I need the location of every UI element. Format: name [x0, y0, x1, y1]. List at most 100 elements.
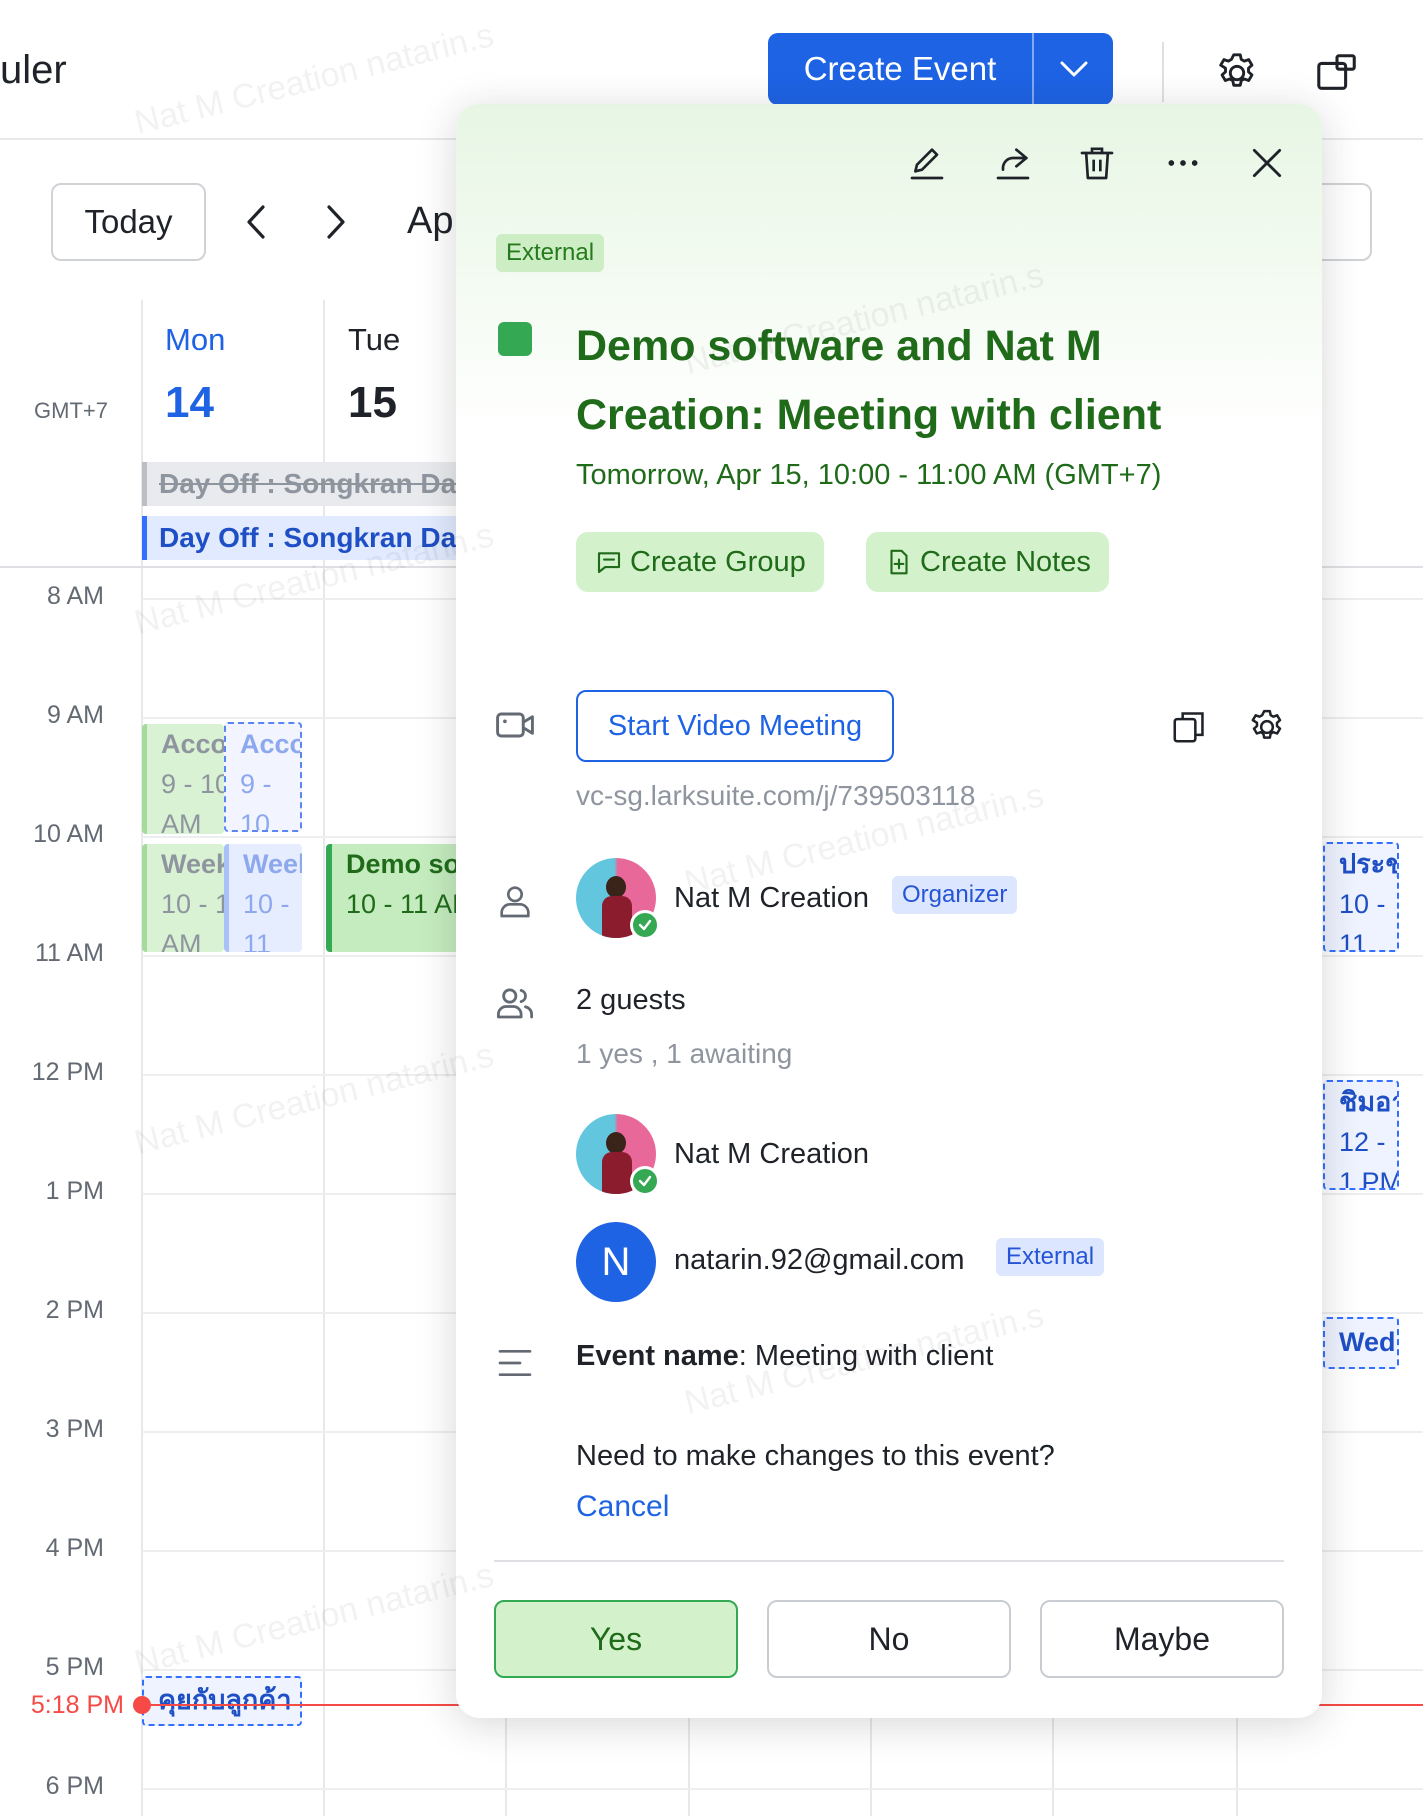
create-event-button[interactable]: Create Event — [768, 33, 1113, 105]
guests-row-icon — [492, 980, 538, 1026]
video-meeting-link[interactable]: vc-sg.larksuite.com/j/739503118 — [576, 780, 975, 812]
current-time-label: 5:18 PM — [30, 1691, 124, 1719]
column-divider — [1236, 1704, 1238, 1816]
share-button[interactable] — [988, 138, 1038, 188]
event-block-pending[interactable]: ชิมอาหาร 12 - 1 PM — [1323, 1080, 1399, 1190]
window-icon — [1317, 54, 1356, 90]
event-time: 10 - 11 — [161, 889, 224, 919]
description-row-icon — [492, 1340, 538, 1386]
hour-label: 11 AM — [34, 939, 104, 967]
guest-avatar-initial[interactable]: N — [576, 1222, 656, 1302]
guest-external-tag: External — [996, 1238, 1105, 1276]
start-video-meeting-button[interactable]: Start Video Meeting — [576, 690, 894, 762]
event-time: 12 - — [1339, 1127, 1386, 1157]
event-block-pending[interactable]: Account 9 - 10 — [224, 722, 302, 832]
guests-count[interactable]: 2 guests — [576, 984, 686, 1017]
create-group-label: Create Group — [630, 545, 806, 578]
organizer-tag: Organizer — [892, 876, 1018, 914]
video-settings-button[interactable] — [1242, 702, 1292, 752]
guest-avatar[interactable] — [576, 1114, 660, 1196]
description-label: Event name — [576, 1340, 739, 1372]
day-number-mon[interactable]: 14 — [165, 378, 214, 428]
column-divider — [505, 1704, 507, 1816]
event-time: 11 — [243, 929, 272, 952]
settings-button[interactable] — [1212, 48, 1262, 98]
guest-email[interactable]: natarin.92@gmail.com — [674, 1244, 965, 1277]
cancel-event-link[interactable]: Cancel — [576, 1490, 669, 1524]
chat-group-icon — [597, 552, 621, 574]
event-time: Tomorrow, Apr 15, 10:00 - 11:00 AM (GMT+… — [576, 459, 1162, 491]
video-camera-icon — [496, 712, 534, 738]
event-detail-popover: External Demo software and Nat M Creatio… — [456, 104, 1322, 1718]
event-title: Account — [240, 729, 300, 759]
organizer-avatar[interactable] — [576, 858, 660, 940]
pencil-icon — [910, 148, 944, 180]
open-window-button[interactable] — [1312, 48, 1362, 98]
organizer-row-icon — [492, 878, 538, 924]
next-week-button[interactable] — [314, 200, 358, 244]
rsvp-maybe-button[interactable]: Maybe — [1040, 1600, 1284, 1678]
delete-button[interactable] — [1072, 138, 1122, 188]
share-icon — [996, 148, 1030, 180]
hour-label: 2 PM — [45, 1296, 104, 1324]
hour-label: 8 AM — [47, 582, 104, 610]
check-icon — [638, 919, 652, 931]
event-block-pending[interactable]: ประชุม 10 - 11 — [1323, 842, 1399, 952]
column-divider — [688, 1704, 690, 1816]
event-block[interactable]: Account 9 - 10 AM — [142, 724, 224, 834]
event-title: Account — [161, 729, 224, 759]
event-title: ประชุม — [1339, 849, 1397, 879]
calendar-app: uler Create Event Today Apr GMT+7 Mon 14… — [0, 0, 1423, 1816]
avatar-photo-body — [602, 896, 632, 938]
day-header-mon[interactable]: Mon — [165, 322, 225, 358]
event-description: Event name: Meeting with client — [576, 1340, 993, 1373]
event-time: AM — [161, 809, 202, 834]
people-icon — [496, 988, 534, 1019]
copy-icon — [1173, 712, 1204, 743]
event-time: 10 — [240, 809, 271, 832]
hour-label: 1 PM — [45, 1177, 104, 1205]
chevron-right-icon — [327, 205, 345, 239]
column-divider — [870, 1704, 872, 1816]
event-title: Demo software and Nat M Creation: Meetin… — [576, 322, 1162, 439]
close-icon — [1252, 148, 1282, 178]
watermark: Nat M Creation natarin.s — [130, 1556, 498, 1683]
today-button[interactable]: Today — [51, 183, 206, 261]
create-event-label[interactable]: Create Event — [768, 33, 1032, 105]
event-block[interactable]: Weekly 10 - 11 — [224, 844, 302, 952]
rsvp-no-button[interactable]: No — [767, 1600, 1011, 1678]
rsvp-divider — [494, 1560, 1284, 1562]
event-title: Weekly — [243, 849, 302, 879]
create-event-dropdown[interactable] — [1034, 33, 1113, 105]
change-question: Need to make changes to this event? — [576, 1440, 1055, 1472]
prev-week-button[interactable] — [234, 200, 278, 244]
allday-event-declined[interactable]: Day Off : Songkran Day — [142, 462, 462, 506]
current-time-dot — [133, 1696, 151, 1714]
accepted-check-icon — [630, 1166, 660, 1196]
guest-name[interactable]: Nat M Creation — [674, 1138, 869, 1171]
create-group-button[interactable]: Create Group — [576, 532, 824, 592]
copy-link-button[interactable] — [1164, 702, 1214, 752]
edit-button[interactable] — [902, 138, 952, 188]
create-notes-button[interactable]: Create Notes — [866, 532, 1109, 592]
event-title: Weekly — [161, 849, 224, 879]
close-button[interactable] — [1242, 138, 1292, 188]
hour-label: 4 PM — [45, 1534, 104, 1562]
day-header-tue[interactable]: Tue — [348, 322, 400, 358]
more-button[interactable] — [1158, 138, 1208, 188]
app-title: uler — [0, 48, 67, 92]
event-title: Wed — [1339, 1327, 1396, 1357]
rsvp-yes-button[interactable]: Yes — [494, 1600, 738, 1678]
watermark: Nat M Creation natarin.s — [130, 1036, 498, 1163]
timezone-label: GMT+7 — [34, 398, 108, 423]
avatar-photo-head — [606, 1132, 626, 1154]
header-divider — [1162, 42, 1164, 102]
event-block-pending[interactable]: คุยกับลูกค้า — [142, 1676, 302, 1726]
day-number-tue[interactable]: 15 — [348, 378, 397, 428]
trash-icon — [1080, 147, 1114, 180]
organizer-name[interactable]: Nat M Creation — [674, 882, 869, 915]
event-block[interactable]: Weekly 10 - 11 AM — [142, 844, 224, 952]
event-block-pending[interactable]: Wed — [1323, 1317, 1399, 1369]
allday-event[interactable]: Day Off : Songkran Day — [142, 516, 462, 560]
hour-gridline — [142, 1788, 1423, 1790]
